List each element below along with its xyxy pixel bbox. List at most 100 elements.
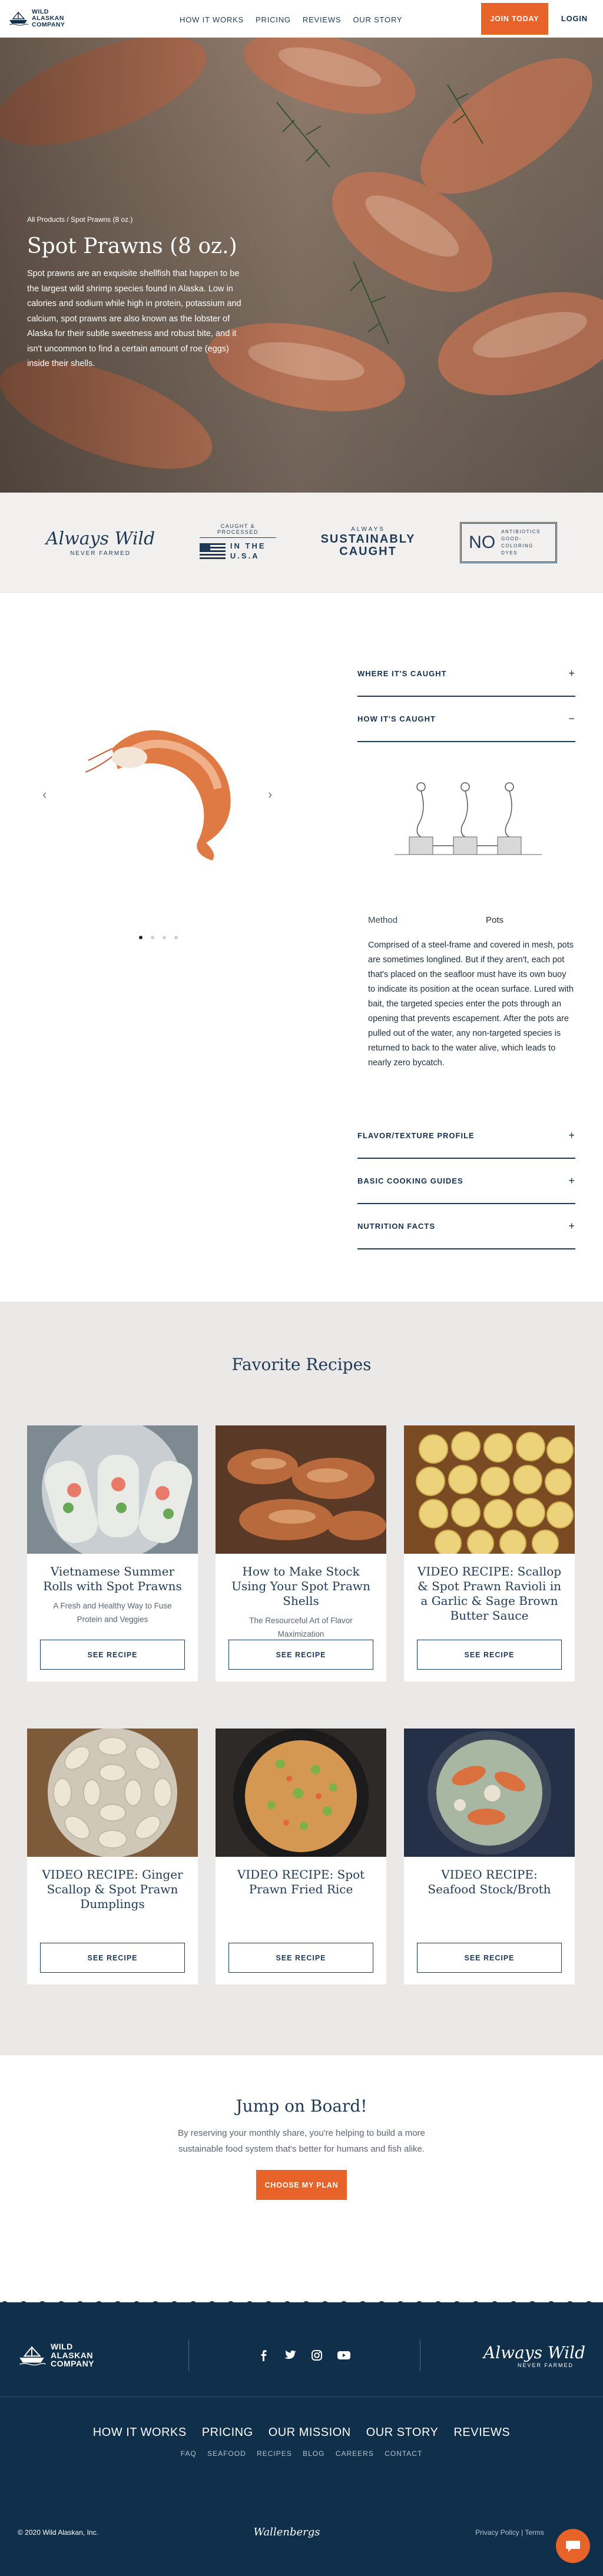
section-title: Favorite Recipes — [231, 1355, 372, 1374]
youtube-icon[interactable] — [337, 2349, 351, 2361]
chat-icon — [566, 2541, 580, 2552]
recipe-card[interactable]: How to Make Stock Using Your Spot Prawn … — [216, 1425, 386, 1681]
gallery-dots — [139, 936, 178, 939]
footer-secondary-links: FAQ SEAFOOD RECIPES BLOG CAREERS CONTACT — [0, 2449, 603, 2458]
recipe-subtitle: A Fresh and Healthy Way to Fuse Protein … — [53, 1601, 172, 1624]
accordion-where-caught[interactable]: WHERE IT'S CAUGHT + — [357, 652, 575, 697]
wallenbergs-logo[interactable]: Wallenbergs — [254, 2526, 320, 2538]
favorite-recipes-section: Favorite Recipes Vietnamese Summer Rolls… — [0, 1302, 603, 2055]
plus-icon: + — [568, 667, 575, 679]
plus-icon: + — [568, 1175, 575, 1186]
recipe-card[interactable]: VIDEO RECIPE: Spot Prawn Fried Rice SEE … — [216, 1729, 386, 1985]
recipe-card[interactable]: VIDEO RECIPE: Ginger Scallop & Spot Praw… — [27, 1729, 198, 1985]
footer-always-wild-badge: Always Wild NEVER FARMED — [483, 2342, 585, 2368]
always-wild-badge: Always Wild NEVER FARMED — [45, 528, 155, 557]
logo-boat-icon — [9, 12, 28, 26]
jump-text: By reserving your monthly share, you're … — [178, 2128, 425, 2154]
recipe-title: VIDEO RECIPE: Spot Prawn Fried Rice — [237, 1867, 365, 1896]
jump-on-board-section: Jump on Board! By reserving your monthly… — [0, 2055, 603, 2302]
see-recipe-button[interactable]: SEE RECIPE — [40, 1943, 185, 1973]
minus-icon: − — [568, 713, 575, 724]
see-recipe-button[interactable]: SEE RECIPE — [228, 1943, 373, 1973]
see-recipe-button[interactable]: SEE RECIPE — [417, 1943, 562, 1973]
recipe-card[interactable]: VIDEO RECIPE: Seafood Stock/Broth SEE RE… — [404, 1729, 575, 1985]
sustainably-caught-badge: ALWAYS SUSTAINABLY CAUGHT — [320, 526, 416, 558]
logo-text: WILD ALASKAN COMPANY — [32, 8, 65, 28]
accordion-nutrition-facts[interactable]: NUTRITION FACTS + — [357, 1204, 575, 1249]
footer-wave-divider — [0, 2301, 603, 2305]
accordion-bottom: FLAVOR/TEXTURE PROFILE + BASIC COOKING GU… — [357, 1114, 575, 1249]
product-title: Spot Prawns (8 oz.) — [27, 234, 237, 258]
facebook-icon[interactable] — [258, 2349, 270, 2361]
nav-link-how-it-works[interactable]: HOW IT WORKS — [180, 15, 244, 24]
jump-title: Jump on Board! — [236, 2096, 367, 2116]
recipe-title: Vietnamese Summer Rolls with Spot Prawns — [43, 1564, 182, 1593]
breadcrumb[interactable]: All Products / Spot Prawns (8 oz.) — [27, 215, 248, 224]
nav-links: HOW IT WORKS PRICING REVIEWS OUR STORY — [180, 15, 402, 24]
recipe-image-summer-rolls — [27, 1425, 198, 1554]
product-image-prawn — [85, 730, 231, 860]
product-description: Spot prawns are an exquisite shellfish t… — [27, 269, 241, 368]
accordion-flavor-profile[interactable]: FLAVOR/TEXTURE PROFILE + — [357, 1114, 575, 1159]
gallery-dot-4[interactable] — [174, 936, 178, 939]
gallery-dot-3[interactable] — [163, 936, 166, 939]
gallery-dot-1[interactable] — [139, 936, 143, 939]
chat-button[interactable] — [556, 2529, 590, 2563]
gallery-next-arrow[interactable]: › — [268, 787, 272, 802]
recipe-card[interactable]: Vietnamese Summer Rolls with Spot Prawns… — [27, 1425, 198, 1681]
nav-link-our-story[interactable]: OUR STORY — [353, 15, 402, 24]
recipe-image-fried-rice — [216, 1729, 386, 1857]
accordion-cooking-guides[interactable]: BASIC COOKING GUIDES + — [357, 1159, 575, 1204]
footer-link-our-story[interactable]: OUR STORY — [366, 2426, 439, 2439]
hero-banner: All Products / Spot Prawns (8 oz.) Spot … — [0, 38, 603, 493]
footer-link-our-mission[interactable]: OUR MISSION — [269, 2426, 351, 2439]
recipe-image-seafood-stock — [404, 1729, 575, 1857]
nav-link-reviews[interactable]: REVIEWS — [303, 15, 342, 24]
choose-my-plan-button[interactable]: CHOOSE MY PLAN — [256, 2170, 347, 2200]
footer-link-faq[interactable]: FAQ — [181, 2449, 197, 2458]
accordion-how-caught[interactable]: HOW IT'S CAUGHT − — [357, 697, 575, 742]
footer-link-pricing[interactable]: PRICING — [202, 2426, 253, 2439]
footer-link-seafood[interactable]: SEAFOOD — [207, 2449, 246, 2458]
see-recipe-button[interactable]: SEE RECIPE — [417, 1640, 562, 1670]
footer-link-recipes[interactable]: RECIPES — [257, 2449, 292, 2458]
recipe-title: VIDEO RECIPE: Seafood Stock/Broth — [428, 1867, 551, 1896]
join-today-button[interactable]: JOIN TODAY — [481, 2, 548, 35]
accordion-top: WHERE IT'S CAUGHT + HOW IT'S CAUGHT − — [357, 652, 575, 742]
see-recipe-button[interactable]: SEE RECIPE — [228, 1640, 373, 1670]
trust-badges: Always Wild NEVER FARMED CAUGHT & PROCES… — [0, 493, 603, 593]
plus-icon: + — [568, 1129, 575, 1141]
instagram-icon[interactable] — [311, 2349, 323, 2361]
recipe-image-prawn-shells — [216, 1425, 386, 1554]
recipe-image-ravioli — [404, 1425, 575, 1554]
site-logo[interactable]: WILD ALASKAN COMPANY — [8, 8, 150, 28]
recipe-subtitle: The Resourceful Art of Flavor Maximizati… — [249, 1616, 353, 1638]
method-section: Method Pots Comprised of a steel-frame a… — [368, 915, 575, 1071]
footer-link-how-it-works[interactable]: HOW IT WORKS — [93, 2426, 187, 2439]
caught-in-usa-badge: CAUGHT & PROCESSED IN THE U.S.A — [199, 523, 276, 561]
no-antibiotics-badge: NO ANTIBIOTICS GOOD-COLORING DYES — [460, 521, 558, 563]
footer-link-reviews[interactable]: REVIEWS — [453, 2426, 510, 2439]
social-links — [189, 2349, 420, 2361]
gallery-prev-arrow[interactable]: ‹ — [42, 787, 47, 802]
recipe-title: How to Make Stock Using Your Spot Prawn … — [231, 1564, 370, 1608]
legal-links[interactable]: Privacy Policy | Terms — [475, 2528, 544, 2537]
pots-illustration — [395, 782, 542, 855]
gallery-dot-2[interactable] — [151, 936, 154, 939]
footer-link-blog[interactable]: BLOG — [303, 2449, 324, 2458]
copyright: © 2020 Wild Alaskan, Inc. — [18, 2528, 98, 2537]
logo-boat-icon — [19, 2346, 46, 2366]
login-link[interactable]: LOGIN — [561, 14, 588, 23]
footer: WILD ALASKAN COMPANY Always Wild NEVER F… — [0, 2301, 603, 2576]
top-nav: WILD ALASKAN COMPANY HOW IT WORKS PRICIN… — [0, 0, 603, 38]
footer-link-contact[interactable]: CONTACT — [385, 2449, 422, 2458]
recipe-card[interactable]: VIDEO RECIPE: Scallop & Spot Prawn Ravio… — [404, 1425, 575, 1681]
footer-link-careers[interactable]: CAREERS — [336, 2449, 374, 2458]
plus-icon: + — [568, 1220, 575, 1232]
footer-main-links: HOW IT WORKS PRICING OUR MISSION OUR STO… — [0, 2426, 603, 2439]
nav-link-pricing[interactable]: PRICING — [256, 15, 291, 24]
twitter-icon[interactable] — [284, 2349, 297, 2361]
method-label: Method — [368, 915, 398, 925]
footer-logo[interactable]: WILD ALASKAN COMPANY — [18, 2342, 188, 2368]
see-recipe-button[interactable]: SEE RECIPE — [40, 1640, 185, 1670]
